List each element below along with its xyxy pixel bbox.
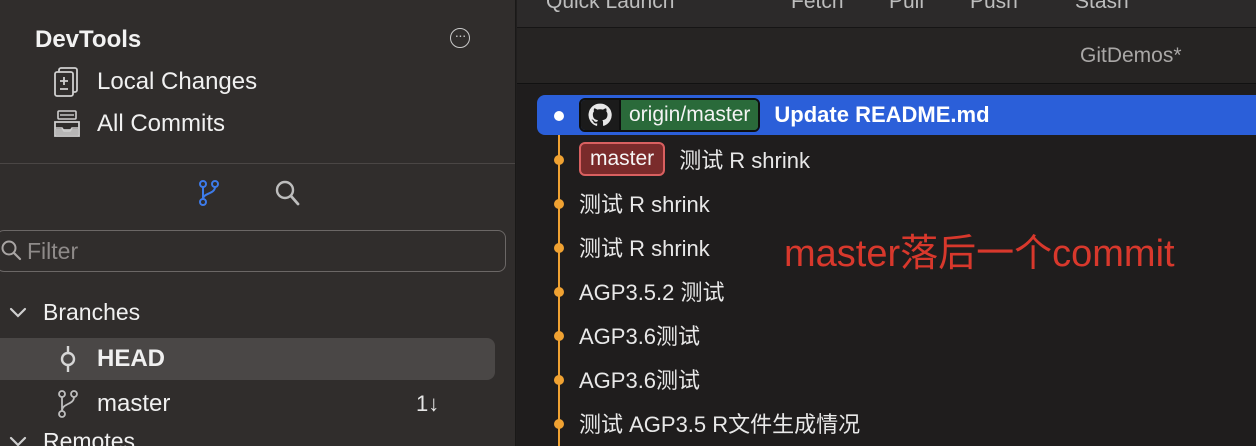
commit-message: Update README.md: [774, 102, 990, 127]
commit-dot: [554, 375, 564, 385]
sidebar: DevTools ··· Local Changes All Commits F…: [0, 0, 516, 446]
branch-item-master[interactable]: master 1↓: [0, 383, 495, 425]
chevron-down-icon: [9, 307, 27, 318]
commit-message: 测试 R shrink: [579, 236, 710, 261]
divider: [0, 163, 515, 164]
filter-input[interactable]: Filter: [0, 230, 506, 272]
commit-message: AGP3.6测试: [579, 324, 701, 349]
commit-row[interactable]: AGP3.6测试: [517, 315, 1256, 355]
more-options-button[interactable]: ···: [450, 28, 470, 48]
search-icon: [1, 240, 22, 261]
fetch-button[interactable]: Fetch: [791, 0, 844, 14]
search-icon[interactable]: [274, 178, 300, 208]
pull-button[interactable]: Pull: [889, 0, 924, 14]
annotation-text: master落后一个commit: [784, 233, 1175, 275]
commit-message: 测试 R shrink: [679, 148, 810, 173]
commit-row[interactable]: origin/master Update README.md: [517, 95, 1256, 135]
remote-branch-label: origin/master: [619, 100, 759, 130]
repository-name: GitDemos*: [1080, 44, 1182, 67]
commit-message: 测试 R shrink: [579, 192, 710, 217]
branch-icon[interactable]: [196, 178, 222, 208]
commit-row[interactable]: 测试 AGP3.5 R文件生成情况: [517, 403, 1256, 443]
remote-branch-badge[interactable]: origin/master: [579, 98, 761, 132]
commit-row[interactable]: master 测试 R shrink: [517, 139, 1256, 179]
group-label: Branches: [43, 299, 141, 325]
behind-count-badge: 1↓: [416, 391, 440, 416]
branch-icon: [58, 390, 78, 418]
branch-label: master: [97, 390, 171, 417]
ellipsis-icon: ···: [454, 26, 467, 43]
github-icon: [581, 100, 619, 130]
commit-row[interactable]: 测试 R shrink: [517, 183, 1256, 223]
branches-group-header[interactable]: Branches: [8, 299, 140, 326]
remotes-group-header[interactable]: Remotes: [8, 428, 135, 446]
commit-row[interactable]: AGP3.5.2 测试: [517, 271, 1256, 311]
filter-placeholder: Filter: [27, 237, 79, 264]
sidebar-item-all-commits[interactable]: All Commits: [52, 108, 225, 140]
commit-dot: [554, 111, 564, 121]
sidebar-item-local-changes[interactable]: Local Changes: [52, 66, 257, 98]
commit-message: AGP3.6测试: [579, 368, 701, 393]
commit-row[interactable]: AGP3.6测试: [517, 359, 1256, 399]
commit-dot: [554, 199, 564, 209]
repository-header: GitDemos*: [517, 28, 1256, 84]
chevron-down-icon: [9, 436, 27, 446]
toolbar: Quick Launch Fetch Pull Push Stash: [517, 0, 1256, 28]
commit-dot: [554, 331, 564, 341]
tray-icon: [54, 110, 80, 137]
commit-dot: [554, 243, 564, 253]
stash-button[interactable]: Stash: [1075, 0, 1129, 14]
repo-title: DevTools: [35, 26, 142, 53]
commit-node-icon: [60, 346, 76, 372]
branch-item-head[interactable]: HEAD: [0, 338, 495, 380]
commit-message: 测试 AGP3.5 R文件生成情况: [579, 412, 861, 437]
push-button[interactable]: Push: [970, 0, 1018, 14]
branch-label: HEAD: [97, 345, 166, 372]
document-changes-icon: [54, 67, 78, 97]
sidebar-item-label: All Commits: [97, 110, 226, 137]
commit-dot: [554, 419, 564, 429]
commit-message: AGP3.5.2 测试: [579, 280, 725, 305]
quick-launch-button[interactable]: Quick Launch: [546, 0, 674, 14]
group-label: Remotes: [43, 428, 136, 446]
sidebar-item-label: Local Changes: [97, 68, 258, 95]
commit-dot: [554, 287, 564, 297]
commit-dot: [554, 155, 564, 165]
local-branch-badge[interactable]: master: [579, 142, 666, 176]
